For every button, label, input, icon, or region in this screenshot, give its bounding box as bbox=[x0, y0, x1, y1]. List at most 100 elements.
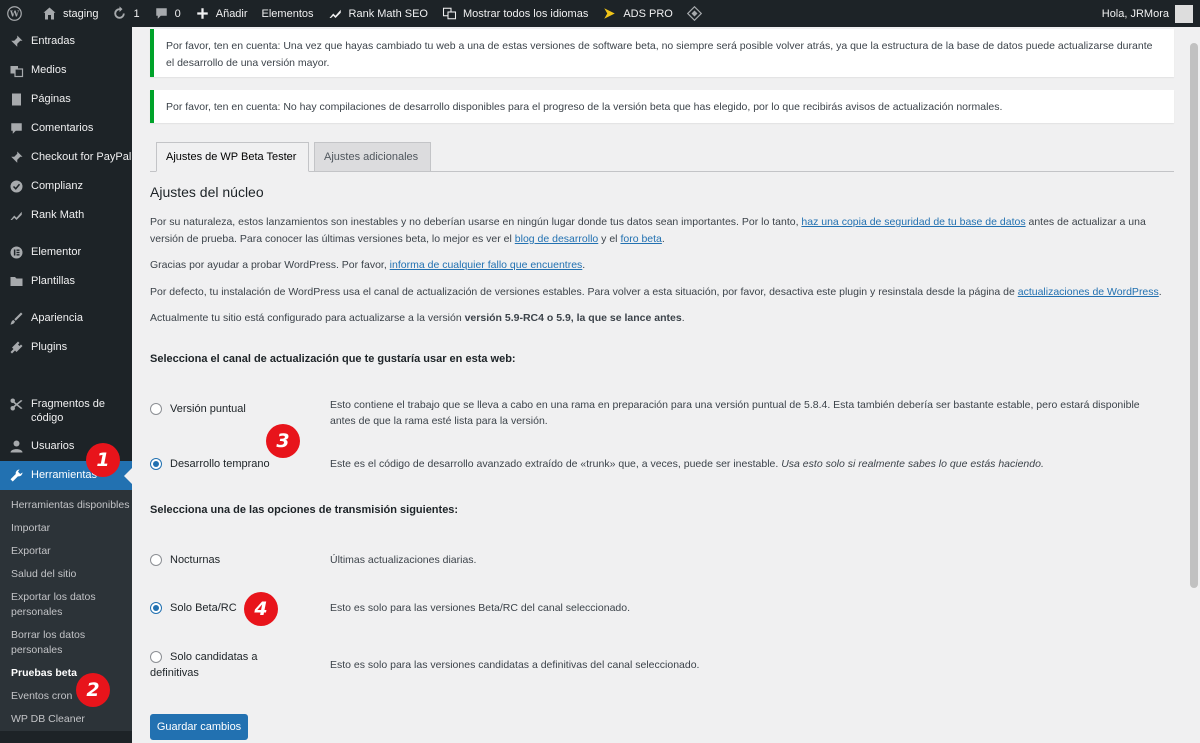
option-label: Solo candidatas a bbox=[170, 650, 257, 665]
text-span: Gracias por ayudar a probar WordPress. P… bbox=[150, 259, 390, 271]
sidebar-item-plugins[interactable]: Plugins bbox=[0, 333, 132, 362]
option-desc-nocturnas: Últimas actualizaciones diarias. bbox=[330, 554, 477, 566]
submenu-salud-sitio[interactable]: Salud del sitio bbox=[0, 563, 132, 586]
scrollbar-thumb[interactable] bbox=[1190, 43, 1198, 588]
option-solo-beta-rc[interactable]: Solo Beta/RC bbox=[150, 601, 237, 616]
option-desarrollo-temprano[interactable]: Desarrollo temprano bbox=[150, 457, 270, 472]
sidebar-item-comentarios[interactable]: Comentarios bbox=[0, 114, 132, 143]
sidebar-item-entradas[interactable]: Entradas bbox=[0, 27, 132, 56]
text-span: Por defecto, tu instalación de WordPress… bbox=[150, 286, 1018, 298]
rank-math-label: Rank Math SEO bbox=[348, 7, 428, 20]
submenu-herramientas-disponibles[interactable]: Herramientas disponibles bbox=[0, 494, 132, 517]
rank-math-icon bbox=[329, 9, 341, 18]
sidebar-item-complianz[interactable]: Complianz bbox=[0, 172, 132, 201]
radio-solo-beta-rc[interactable] bbox=[150, 602, 162, 614]
backup-link[interactable]: haz una copia de seguridad de tu base de… bbox=[801, 216, 1025, 228]
dev-blog-link[interactable]: blog de desarrollo bbox=[515, 233, 598, 245]
tab-wp-beta-tester[interactable]: Ajustes de WP Beta Tester bbox=[156, 142, 309, 172]
settings-tabs: Ajustes de WP Beta Tester Ajustes adicio… bbox=[150, 142, 1174, 172]
pages-icon bbox=[9, 92, 24, 107]
intro-paragraph: Por su naturaleza, estos lanzamientos so… bbox=[150, 214, 1170, 248]
sidebar-item-label: Fragmentos de código bbox=[31, 398, 105, 424]
sidebar-item-label: Plantillas bbox=[31, 275, 76, 287]
updates-menu[interactable]: 1 bbox=[105, 0, 146, 27]
comment-icon bbox=[155, 8, 167, 19]
option-label: Nocturnas bbox=[170, 554, 221, 566]
option-label: Versión puntual bbox=[170, 403, 246, 415]
updates-link[interactable]: actualizaciones de WordPress bbox=[1018, 286, 1159, 298]
section-heading: Ajustes del núcleo bbox=[150, 184, 264, 200]
report-bug-link[interactable]: informa de cualquier fallo que encuentre… bbox=[390, 259, 583, 271]
svg-text:W: W bbox=[9, 9, 20, 19]
tab-ajustes-adicionales[interactable]: Ajustes adicionales bbox=[314, 142, 431, 172]
sidebar-item-label: Plugins bbox=[31, 341, 68, 353]
sidebar-item-label: Herramientas bbox=[31, 469, 98, 481]
sidebar-item-plantillas[interactable]: Plantillas bbox=[0, 267, 132, 296]
folder-icon bbox=[9, 274, 24, 289]
option-nocturnas[interactable]: Nocturnas bbox=[150, 553, 220, 568]
submenu-borrar-datos[interactable]: Borrar los datos personales bbox=[0, 624, 132, 662]
languages-menu[interactable]: Mostrar todos los idiomas bbox=[435, 0, 595, 27]
channel-label: Selecciona el canal de actualización que… bbox=[150, 353, 516, 365]
text-span: . bbox=[681, 312, 685, 324]
sidebar-separator bbox=[0, 296, 132, 304]
avatar bbox=[1175, 4, 1193, 23]
sidebar-item-apariencia[interactable]: Apariencia bbox=[0, 304, 132, 333]
elementor-icon bbox=[9, 245, 24, 260]
wordpress-logo-menu[interactable]: W bbox=[0, 0, 35, 27]
text-span: Este es el código de desarrollo avanzado… bbox=[330, 458, 782, 470]
save-changes-button[interactable]: Guardar cambios bbox=[150, 714, 248, 740]
sidebar-item-rank-math[interactable]: Rank Math bbox=[0, 201, 132, 230]
radio-solo-candidatas[interactable] bbox=[150, 651, 162, 663]
translate-icon bbox=[442, 7, 457, 20]
submenu-importar[interactable]: Importar bbox=[0, 517, 132, 540]
option-version-puntual[interactable]: Versión puntual bbox=[150, 402, 246, 417]
main-content: Por favor, ten en cuenta: Una vez que ha… bbox=[132, 27, 1188, 743]
sidebar-item-label: Medios bbox=[31, 64, 67, 76]
text-span: . bbox=[582, 259, 586, 271]
ads-pro-menu[interactable]: ADS PRO bbox=[595, 0, 680, 27]
pin-icon bbox=[9, 34, 24, 49]
elementor-menu[interactable]: Elementos bbox=[255, 0, 321, 27]
submenu-exportar-datos[interactable]: Exportar los datos personales bbox=[0, 586, 132, 624]
admin-bar: W staging 1 0 Añadir Elementos Rank Math… bbox=[0, 0, 1200, 27]
option-desc-solo-candidatas: Esto es solo para las versiones candidat… bbox=[330, 659, 700, 671]
site-name: staging bbox=[63, 7, 99, 20]
brush-icon bbox=[9, 311, 24, 326]
radio-desarrollo-temprano[interactable] bbox=[150, 458, 162, 470]
sidebar-item-fragmentos[interactable]: Fragmentos de código bbox=[0, 390, 132, 432]
site-name-menu[interactable]: staging bbox=[35, 0, 105, 27]
comments-count: 0 bbox=[174, 7, 181, 20]
admin-sidebar: Entradas Medios Páginas Comentarios Chec… bbox=[0, 27, 132, 743]
submenu-exportar[interactable]: Exportar bbox=[0, 540, 132, 563]
stream-label: Selecciona una de las opciones de transm… bbox=[150, 504, 459, 516]
step-marker-4: 4 bbox=[244, 592, 278, 626]
sidebar-item-checkout-paypal[interactable]: Checkout for PayPal bbox=[0, 143, 132, 172]
diamond-menu[interactable] bbox=[680, 0, 715, 27]
beta-forum-link[interactable]: foro beta bbox=[620, 233, 661, 245]
notice-lead: Por favor, ten en cuenta: bbox=[166, 101, 281, 113]
submenu-eventos-cron[interactable]: Eventos cron bbox=[0, 685, 132, 708]
radio-nocturnas[interactable] bbox=[150, 554, 162, 566]
sidebar-item-elementor[interactable]: Elementor bbox=[0, 238, 132, 267]
account-menu[interactable]: Hola, JRMora bbox=[1095, 0, 1200, 27]
sidebar-item-medios[interactable]: Medios bbox=[0, 56, 132, 85]
option-label: Solo Beta/RC bbox=[170, 602, 237, 614]
add-new-menu[interactable]: Añadir bbox=[188, 0, 255, 27]
submenu-wp-db-cleaner[interactable]: WP DB Cleaner bbox=[0, 708, 132, 731]
languages-label: Mostrar todos los idiomas bbox=[463, 7, 589, 20]
wordpress-logo-icon: W bbox=[7, 6, 22, 21]
option-solo-candidatas[interactable]: Solo candidatas a bbox=[150, 650, 257, 665]
option-label-line: definitivas bbox=[150, 667, 199, 679]
radio-version-puntual[interactable] bbox=[150, 403, 162, 415]
submenu-pruebas-beta[interactable]: Pruebas beta bbox=[0, 662, 132, 685]
sidebar-item-paginas[interactable]: Páginas bbox=[0, 85, 132, 114]
thanks-paragraph: Gracias por ayudar a probar WordPress. P… bbox=[150, 257, 1170, 274]
rank-math-menu[interactable]: Rank Math SEO bbox=[321, 0, 435, 27]
sidebar-item-label: Apariencia bbox=[31, 312, 83, 324]
user-icon bbox=[9, 439, 24, 454]
sidebar-item-label: Rank Math bbox=[31, 209, 85, 221]
ads-pro-label: ADS PRO bbox=[623, 7, 673, 20]
comments-menu[interactable]: 0 bbox=[147, 0, 188, 27]
page-scrollbar[interactable] bbox=[1188, 27, 1200, 743]
